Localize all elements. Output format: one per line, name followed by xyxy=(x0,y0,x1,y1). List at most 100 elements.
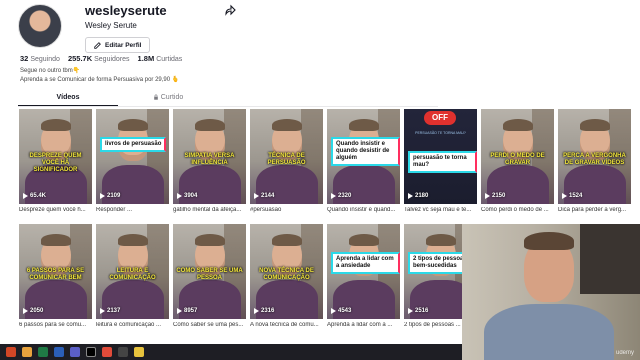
view-count: 4543 xyxy=(331,308,351,314)
username: wesleyserute xyxy=(85,3,167,18)
view-count: 2516 xyxy=(408,308,428,314)
thumbnail-caption: SIMPATIA VERSA INFLUÊNCIA xyxy=(184,153,235,166)
taskbar-app-icon[interactable] xyxy=(38,347,48,357)
thumbnail-caption: Aprenda a lidar com a ansiedade xyxy=(331,252,400,274)
taskbar-app-icon[interactable] xyxy=(134,347,144,357)
play-icon xyxy=(23,193,28,199)
video-card[interactable]: Aprenda a lidar com a ansiedade 4543 Apren… xyxy=(327,224,400,339)
display-name: Wesley Serute xyxy=(85,21,137,30)
share-icon[interactable] xyxy=(224,4,236,16)
thumbnail-caption: LEITURA E COMUNICAÇÃO xyxy=(109,268,156,281)
profile-header: wesleyserute Wesley Serute Editar Perfil xyxy=(18,4,167,54)
video-thumbnail[interactable]: SIMPATIA VERSA INFLUÊNCIA 3904 xyxy=(173,109,246,204)
avatar[interactable] xyxy=(18,4,62,48)
video-thumbnail[interactable]: PERCA A VERGONHA DE GRAVAR VÍDEOS 1524 xyxy=(558,109,631,204)
taskbar-app-icon[interactable] xyxy=(86,347,96,357)
video-card[interactable]: 6 PASSOS PARA SE COMUNICAR BEM 2050 6 pass… xyxy=(19,224,92,339)
following-stat[interactable]: 32 Seguindo xyxy=(20,54,60,63)
view-count: 2316 xyxy=(254,308,274,314)
video-description[interactable]: Responder ... xyxy=(96,207,169,213)
thumbnail-caption: 6 PASSOS PARA SE COMUNICAR BEM xyxy=(26,268,85,281)
video-thumbnail[interactable]: OFF PERSUASÃO TE TORNA MAU? persuasão te t… xyxy=(404,109,477,204)
video-description[interactable]: Aprenda a lidar com a ... xyxy=(327,322,400,328)
video-thumbnail[interactable]: Aprenda a lidar com a ansiedade 4543 xyxy=(327,224,400,319)
tab-liked-label: Curtido xyxy=(160,94,184,101)
video-description[interactable]: #persuasão xyxy=(250,207,323,213)
taskbar-app-icon[interactable] xyxy=(118,347,128,357)
taskbar-app-icon[interactable] xyxy=(70,347,80,357)
thumbnail-caption: PERDI O MEDO DE GRAVAR xyxy=(490,153,545,166)
thumbnail-caption: COMO SABER SE UMA PESSOA xyxy=(176,268,243,281)
taskbar-app-icon[interactable] xyxy=(54,347,64,357)
view-count: 1524 xyxy=(562,193,582,199)
edit-icon xyxy=(94,41,101,49)
bio-line-2: Aprenda a se Comunicar de forma Persuasi… xyxy=(20,77,180,83)
view-count: 3904 xyxy=(177,193,197,199)
video-description[interactable]: Despreze quem você h... xyxy=(19,207,92,213)
view-count-text: 3904 xyxy=(184,193,198,199)
video-description[interactable]: Como saber se uma pes... xyxy=(173,322,246,328)
video-thumbnail[interactable]: PERDI O MEDO DE GRAVAR 2150 xyxy=(481,109,554,204)
taskbar-app-icon[interactable] xyxy=(102,347,112,357)
video-description[interactable]: gatilho mental da afeiçã... xyxy=(173,207,246,213)
taskbar-app-icon[interactable] xyxy=(22,347,32,357)
video-card[interactable]: DESPREZE QUEM VOCÊ HÁ SIGNIFICADOR 65.4K D… xyxy=(19,109,92,224)
video-description[interactable]: Dica para perder a verg... xyxy=(558,207,631,213)
view-count: 65.4K xyxy=(23,193,46,199)
video-thumbnail[interactable]: Quando insistir e quando desistir de alg… xyxy=(327,109,400,204)
taskbar-app-icon[interactable] xyxy=(6,347,16,357)
presenter-hair xyxy=(524,232,574,250)
watermark: ūdemy xyxy=(615,350,634,356)
video-card[interactable]: NOVA TÉCNICA DE COMUNICAÇÃO 2316 A nova té… xyxy=(250,224,323,339)
tab-videos[interactable]: Vídeos xyxy=(18,94,118,106)
view-count-text: 2050 xyxy=(30,308,44,314)
view-count: 2150 xyxy=(485,193,505,199)
video-card[interactable]: livros de persuasão 2109 Responder ... xyxy=(96,109,169,224)
play-icon xyxy=(485,193,490,199)
view-count-text: 2144 xyxy=(261,193,275,199)
likes-stat: 1.8M Curtidas xyxy=(137,54,183,63)
view-count-text: 2320 xyxy=(338,193,352,199)
view-count-text: 1524 xyxy=(569,193,583,199)
video-thumbnail[interactable]: DESPREZE QUEM VOCÊ HÁ SIGNIFICADOR 65.4K xyxy=(19,109,92,204)
view-count: 2180 xyxy=(408,193,428,199)
video-description[interactable]: leitura e comunicação ... xyxy=(96,322,169,328)
video-card[interactable]: TÉCNICA DE PERSUASÃO 2144 #persuasão xyxy=(250,109,323,224)
play-icon xyxy=(177,308,182,314)
video-thumbnail[interactable]: NOVA TÉCNICA DE COMUNICAÇÃO 2316 xyxy=(250,224,323,319)
view-count-text: 65.4K xyxy=(30,193,47,199)
video-card[interactable]: COMO SABER SE UMA PESSOA 8957 Como saber s… xyxy=(173,224,246,339)
play-icon xyxy=(23,308,28,314)
video-thumbnail[interactable]: 6 PASSOS PARA SE COMUNICAR BEM 2050 xyxy=(19,224,92,319)
video-thumbnail[interactable]: LEITURA E COMUNICAÇÃO 2137 xyxy=(96,224,169,319)
presenter-hair xyxy=(118,119,148,131)
play-icon xyxy=(254,308,259,314)
profile-stats: 32 Seguindo 255.7K Seguidores 1.8M Curtidas xyxy=(20,54,182,63)
thumbnail-small-text: PERSUASÃO TE TORNA MAU? xyxy=(415,131,466,135)
video-thumbnail[interactable]: livros de persuasão 2109 xyxy=(96,109,169,204)
video-description[interactable]: Como perdi o medo de ... xyxy=(481,207,554,213)
view-count: 2320 xyxy=(331,193,351,199)
view-count-text: 4543 xyxy=(338,308,352,314)
video-card[interactable]: OFF PERSUASÃO TE TORNA MAU? persuasão te t… xyxy=(404,109,477,224)
video-thumbnail[interactable]: TÉCNICA DE PERSUASÃO 2144 xyxy=(250,109,323,204)
video-card[interactable]: PERDI O MEDO DE GRAVAR 2150 Como perdi o m… xyxy=(481,109,554,224)
play-icon xyxy=(408,308,413,314)
video-description[interactable]: A nova técnica de comu... xyxy=(250,322,323,328)
followers-stat[interactable]: 255.7K Seguidores xyxy=(68,54,130,63)
video-card[interactable]: LEITURA E COMUNICAÇÃO 2137 leitura e comun… xyxy=(96,224,169,339)
edit-profile-button[interactable]: Editar Perfil xyxy=(85,37,151,53)
video-card[interactable]: SIMPATIA VERSA INFLUÊNCIA 3904 gatilho men… xyxy=(173,109,246,224)
tab-liked[interactable]: Curtido xyxy=(118,94,218,106)
play-icon xyxy=(100,193,105,199)
view-count-text: 2150 xyxy=(492,193,506,199)
video-card[interactable]: PERCA A VERGONHA DE GRAVAR VÍDEOS 1524 Dic… xyxy=(558,109,631,224)
presenter-hair xyxy=(195,234,225,246)
video-description[interactable]: 6 passos para se comu... xyxy=(19,322,92,328)
thumbnail-caption: persuasão te torna mau? xyxy=(408,151,477,173)
play-icon xyxy=(331,308,336,314)
video-card[interactable]: Quando insistir e quando desistir de alg… xyxy=(327,109,400,224)
video-description[interactable]: Quando insistir e quand... xyxy=(327,207,400,213)
video-description[interactable]: Talvez vc seja mau e te... xyxy=(404,207,477,213)
video-thumbnail[interactable]: COMO SABER SE UMA PESSOA 8957 xyxy=(173,224,246,319)
